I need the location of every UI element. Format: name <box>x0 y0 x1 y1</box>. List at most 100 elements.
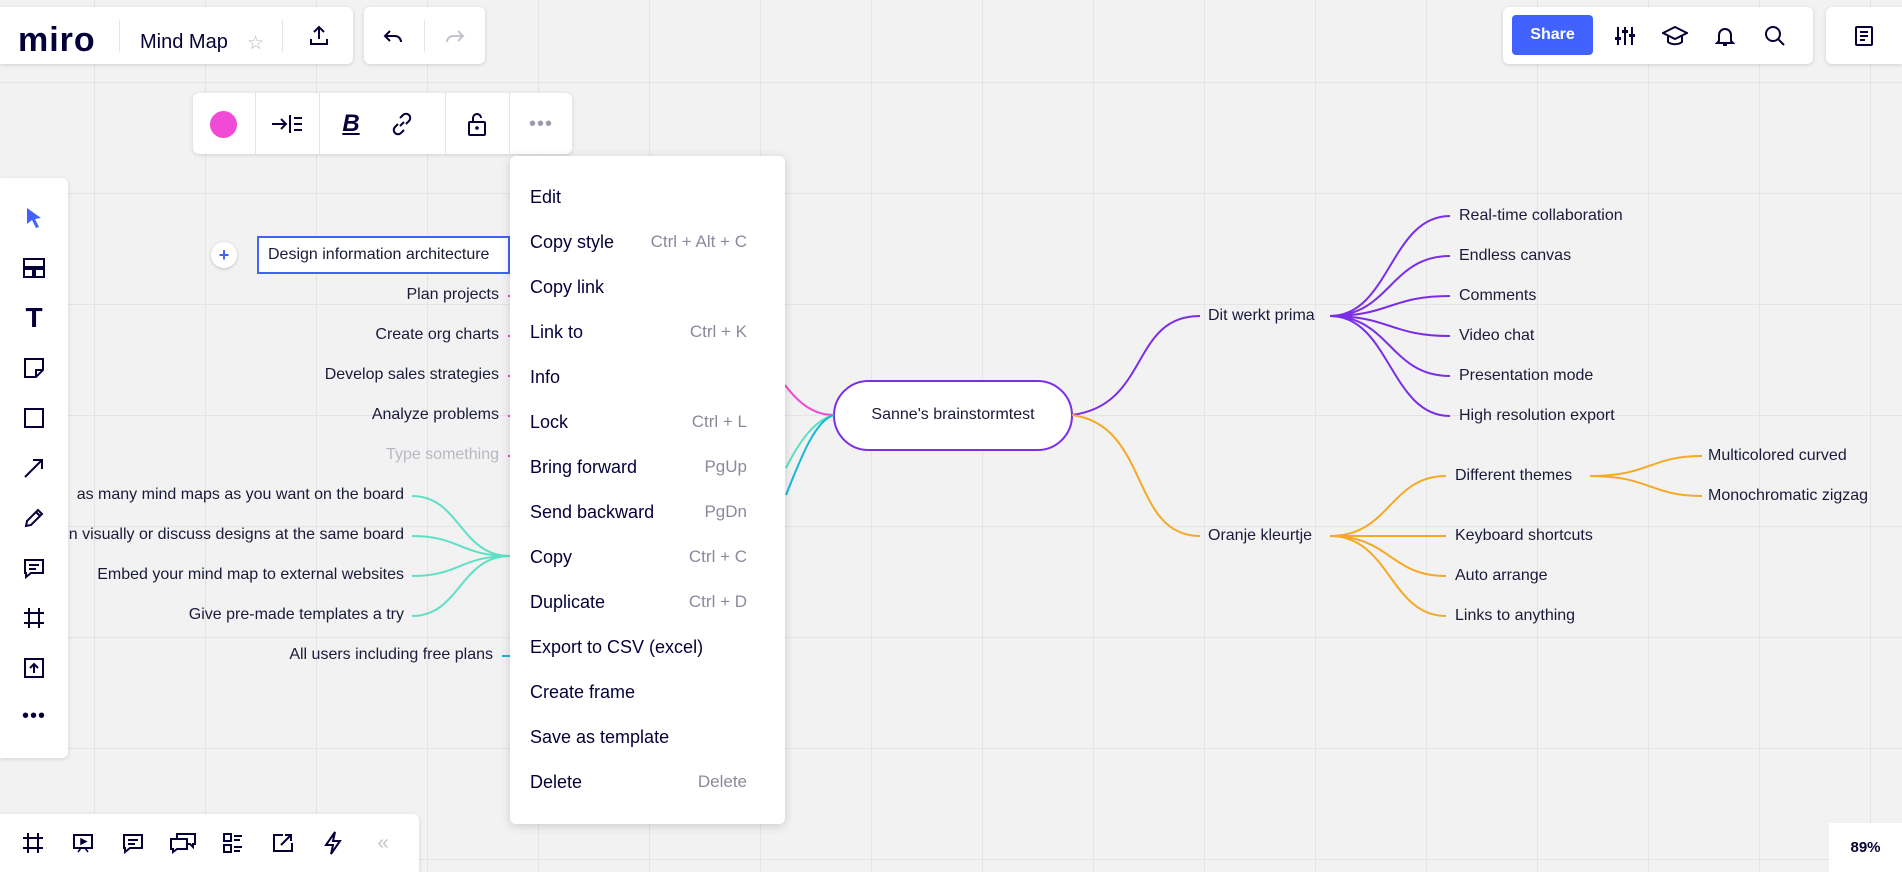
star-icon[interactable]: ☆ <box>247 32 264 55</box>
indent-icon[interactable] <box>269 108 305 140</box>
mindmap-node[interactable]: n visually or discuss designs at the sam… <box>69 525 404 545</box>
menu-item-create-frame[interactable]: Create frame <box>530 677 747 707</box>
mindmap-node[interactable]: as many mind maps as you want on the boa… <box>77 485 404 505</box>
settings-sliders-icon[interactable] <box>1609 20 1641 52</box>
mindmap-node[interactable]: All users including free plans <box>289 645 493 665</box>
menu-item-label: Send backward <box>530 501 655 522</box>
context-menu: Edit Copy style Ctrl + Alt + C Copy link … <box>510 156 785 824</box>
pen-icon[interactable] <box>12 498 56 538</box>
share-button[interactable]: Share <box>1512 15 1593 55</box>
mindmap-node[interactable]: Real-time collaboration <box>1459 206 1623 226</box>
bold-icon[interactable]: B <box>333 108 369 140</box>
menu-item-export-csv[interactable]: Export to CSV (excel) <box>530 632 747 662</box>
lightning-icon[interactable] <box>316 827 350 859</box>
menu-item-link-to[interactable]: Link to Ctrl + K <box>530 317 747 347</box>
bell-icon[interactable] <box>1709 20 1741 52</box>
menu-item-save-as-template[interactable]: Save as template <box>530 722 747 752</box>
mindmap-node[interactable]: High resolution export <box>1459 406 1615 426</box>
collapse-icon[interactable]: « <box>366 827 400 859</box>
top-right-panel: Share <box>1503 7 1813 64</box>
menu-item-bring-forward[interactable]: Bring forward PgUp <box>530 452 747 482</box>
context-toolbar: B ••• <box>193 93 572 154</box>
menu-item-copy-style[interactable]: Copy style Ctrl + Alt + C <box>530 227 747 257</box>
frames-icon[interactable] <box>16 827 50 859</box>
undo-icon[interactable] <box>374 20 412 52</box>
arrow-icon[interactable] <box>12 448 56 488</box>
menu-item-lock[interactable]: Lock Ctrl + L <box>530 407 747 437</box>
zoom-level[interactable]: 89% <box>1829 823 1902 872</box>
color-dot-icon[interactable] <box>207 108 239 140</box>
mindmap-node[interactable]: Give pre-made templates a try <box>189 605 404 625</box>
divider <box>319 93 320 154</box>
mindmap-node[interactable]: Links to anything <box>1455 606 1575 626</box>
mindmap-node[interactable]: Monochromatic zigzag <box>1708 486 1868 506</box>
more-icon[interactable]: ••• <box>523 108 559 140</box>
add-node-button[interactable]: + <box>211 242 237 268</box>
mindmap-node[interactable]: Design information architecture <box>268 245 489 265</box>
redo-icon[interactable] <box>436 20 474 52</box>
text-icon[interactable]: T <box>12 298 56 338</box>
branch-node-orange[interactable]: Oranje kleurtje <box>1208 526 1312 546</box>
menu-item-duplicate[interactable]: Duplicate Ctrl + D <box>530 587 747 617</box>
frame-icon[interactable] <box>12 598 56 638</box>
menu-item-label: Bring forward <box>530 456 638 477</box>
sticky-note-icon[interactable] <box>12 348 56 388</box>
divider <box>424 20 425 52</box>
menu-item-send-backward[interactable]: Send backward PgDn <box>530 497 747 527</box>
mindmap-node[interactable]: Auto arrange <box>1455 566 1548 586</box>
mindmap-node[interactable]: Different themes <box>1455 466 1572 486</box>
menu-item-label: Copy style <box>530 231 615 252</box>
menu-item-shortcut: Ctrl + D <box>688 592 747 611</box>
branch-node-purple[interactable]: Dit werkt prima <box>1208 306 1315 326</box>
upload-icon[interactable] <box>302 20 336 52</box>
select-cursor-icon[interactable] <box>12 198 56 238</box>
menu-item-label: Create frame <box>530 681 636 702</box>
cards-icon[interactable] <box>216 827 250 859</box>
mindmap-node[interactable]: Embed your mind map to external websites <box>97 565 404 585</box>
mindmap-node[interactable]: Plan projects <box>407 285 500 305</box>
shape-icon[interactable] <box>12 398 56 438</box>
divider <box>445 93 446 154</box>
mindmap-node[interactable]: Comments <box>1459 286 1536 306</box>
menu-item-delete[interactable]: Delete Delete <box>530 767 747 797</box>
menu-item-label: Copy <box>530 546 573 567</box>
chat-icon[interactable] <box>166 827 200 859</box>
menu-item-copy[interactable]: Copy Ctrl + C <box>530 542 747 572</box>
lock-icon[interactable] <box>459 108 495 140</box>
menu-item-shortcut: PgUp <box>704 457 747 476</box>
menu-item-info[interactable]: Info <box>530 362 747 392</box>
education-cap-icon[interactable] <box>1659 20 1691 52</box>
miro-logo[interactable]: miro <box>18 21 96 60</box>
mindmap-node-placeholder[interactable]: Type something <box>386 445 499 465</box>
top-left-panel: miro Mind Map ☆ <box>0 7 353 64</box>
mindmap-node[interactable]: Analyze problems <box>372 405 499 425</box>
mindmap-node[interactable]: Develop sales strategies <box>325 365 499 385</box>
divider <box>509 93 510 154</box>
mindmap-node[interactable]: Multicolored curved <box>1708 446 1847 466</box>
templates-icon[interactable] <box>12 248 56 288</box>
search-icon[interactable] <box>1759 20 1791 52</box>
mindmap-node[interactable]: Video chat <box>1459 326 1534 346</box>
share-screen-icon[interactable] <box>266 827 300 859</box>
presentation-icon[interactable] <box>66 827 100 859</box>
menu-item-label: Copy link <box>530 276 605 297</box>
more-icon[interactable]: ••• <box>12 696 56 736</box>
mindmap-node[interactable]: Keyboard shortcuts <box>1455 526 1593 546</box>
board-title[interactable]: Mind Map <box>140 31 228 54</box>
mindmap-node[interactable]: Endless canvas <box>1459 246 1571 266</box>
link-icon[interactable] <box>384 108 420 140</box>
upload-icon[interactable] <box>12 648 56 688</box>
menu-item-edit[interactable]: Edit <box>530 182 747 212</box>
menu-item-copy-link[interactable]: Copy link <box>530 272 747 302</box>
menu-item-label: Delete <box>530 771 583 792</box>
comment-icon[interactable] <box>12 548 56 588</box>
left-toolbar: T ••• <box>0 178 68 758</box>
comments-icon[interactable] <box>116 827 150 859</box>
notes-icon[interactable] <box>1848 20 1880 52</box>
center-node[interactable]: Sanne's brainstormtest <box>834 405 1072 425</box>
mindmap-node[interactable]: Create org charts <box>375 325 499 345</box>
menu-item-label: Duplicate <box>530 591 606 612</box>
menu-item-label: Edit <box>530 186 562 207</box>
mindmap-node[interactable]: Presentation mode <box>1459 366 1593 386</box>
menu-item-label: Save as template <box>530 726 670 747</box>
